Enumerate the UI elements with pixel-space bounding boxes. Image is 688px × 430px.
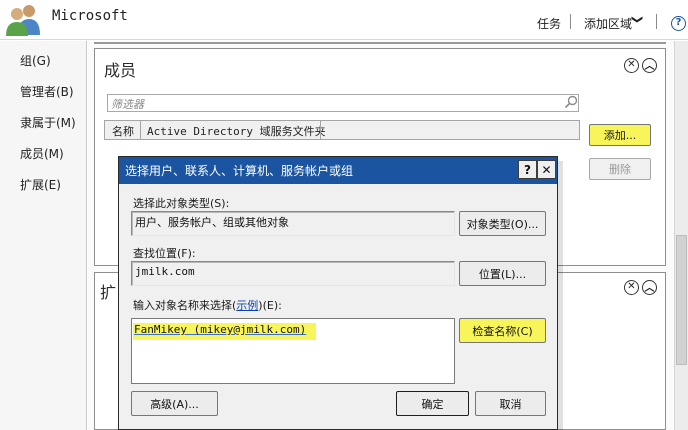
object-names-label: 输入对象名称来选择(示例)(E): — [133, 299, 282, 312]
users-group-icon — [4, 2, 44, 36]
dialog-close-icon[interactable]: ✕ — [537, 160, 556, 179]
sidebar-item-members[interactable]: 成员(M) — [20, 145, 64, 162]
column-header-ad-folder[interactable]: Active Directory 域服务文件夹 — [147, 123, 326, 139]
ok-button[interactable]: 确定 — [396, 391, 469, 416]
object-types-button[interactable]: 对象类型(O)... — [459, 211, 546, 236]
tasks-menu[interactable]: 任务 — [537, 15, 561, 32]
help-icon[interactable]: ? — [671, 16, 686, 31]
menu-separator — [656, 14, 657, 29]
menu-separator — [570, 14, 571, 29]
column-divider[interactable] — [320, 121, 321, 139]
app-title: Microsoft — [52, 8, 128, 24]
close-section-icon[interactable]: ✕ — [624, 280, 639, 295]
dialog-title: 选择用户、联系人、计算机、服务帐户或组 — [125, 164, 354, 178]
close-section-icon[interactable]: ✕ — [624, 58, 639, 73]
add-member-button[interactable]: 添加... — [589, 124, 651, 146]
filter-placeholder: 筛选器 — [111, 98, 144, 111]
sidebar-item-managed-by[interactable]: 管理者(B) — [20, 83, 74, 100]
filter-input[interactable] — [107, 94, 579, 112]
collapse-section-icon[interactable]: ︿ — [642, 58, 657, 73]
members-panel-title: 成员 — [104, 61, 137, 80]
object-type-value: 用户、服务帐户、组或其他对象 — [135, 216, 289, 229]
locations-button[interactable]: 位置(L)... — [459, 261, 546, 286]
object-type-label: 选择此对象类型(S): — [133, 197, 230, 210]
section-divider — [94, 42, 666, 44]
dialog-help-icon[interactable]: ? — [518, 160, 537, 179]
add-region-menu[interactable]: 添加区域 — [584, 15, 632, 32]
extensions-panel-title: 扩 — [100, 283, 117, 302]
cancel-button[interactable]: 取消 — [475, 391, 546, 416]
check-names-button[interactable]: 检查名称(C) — [459, 318, 546, 343]
collapse-section-icon[interactable]: ︿ — [642, 280, 657, 295]
column-divider[interactable] — [140, 121, 141, 139]
advanced-button[interactable]: 高级(A)... — [131, 391, 218, 416]
examples-link[interactable]: 示例 — [236, 299, 258, 312]
column-header-name[interactable]: 名称 — [112, 123, 134, 139]
chevron-down-icon[interactable]: ❯ — [631, 15, 644, 24]
object-names-value[interactable]: FanMikey (mikey@jmilk.com) — [133, 323, 317, 340]
sidebar-item-member-of[interactable]: 隶属于(M) — [20, 114, 76, 131]
sidebar-item-groups[interactable]: 组(G) — [20, 52, 51, 69]
search-icon[interactable] — [564, 95, 578, 109]
location-value: jmilk.com — [135, 265, 195, 278]
remove-member-button[interactable]: 删除 — [589, 158, 651, 180]
location-label: 查找位置(F): — [133, 247, 196, 260]
scrollbar-thumb[interactable] — [676, 235, 687, 365]
sidebar-item-extensions[interactable]: 扩展(E) — [20, 176, 61, 193]
